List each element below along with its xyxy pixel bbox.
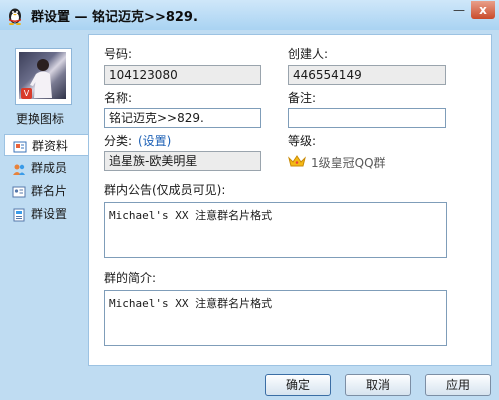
level-label: 等级: [288, 134, 317, 148]
sidebar-item-label: 群成员 [31, 161, 68, 175]
category-label: 分类: [104, 134, 133, 148]
sidebar-item-group-info[interactable]: 群资料 [4, 134, 88, 156]
group-members-icon [12, 161, 26, 175]
sidebar-item-group-settings[interactable]: 群设置 [4, 203, 88, 225]
name-input[interactable]: 铭记迈克>>829. [104, 108, 261, 128]
sidebar-item-label: 群名片 [31, 184, 68, 198]
number-field: 104123080 [104, 65, 261, 85]
level-value: 1级皇冠QQ群 [311, 156, 386, 170]
sidebar-item-label: 群设置 [31, 207, 68, 221]
group-avatar[interactable]: V [15, 48, 72, 105]
avatar-image: V [19, 52, 66, 99]
close-button[interactable]: x [471, 1, 495, 19]
sidebar-item-group-card[interactable]: 群名片 [4, 180, 88, 202]
creator-label: 创建人: [288, 47, 329, 61]
creator-field: 446554149 [288, 65, 446, 85]
group-settings-icon [12, 207, 26, 222]
window-title: 群设置 — 铭记迈克>>829. [31, 10, 198, 25]
group-settings-window: 群设置 — 铭记迈克>>829. — x V 更换图标 群资料 群成员 群名片 … [0, 0, 499, 400]
change-icon-link[interactable]: 更换图标 [16, 110, 64, 127]
category-field: 追星族-欧美明星 [104, 151, 261, 171]
crown-icon [288, 154, 306, 168]
group-card-icon [12, 184, 26, 198]
group-info-panel: 号码: 104123080 创建人: 446554149 名称: 铭记迈克>>8… [88, 34, 492, 366]
ok-button[interactable]: 确定 [265, 374, 331, 396]
avatar-badge-icon: V [21, 88, 32, 99]
title-bar: 群设置 — 铭记迈克>>829. — x [0, 0, 499, 30]
intro-textarea[interactable]: Michael's XX 注意群名片格式 [104, 290, 447, 346]
name-label: 名称: [104, 91, 133, 105]
announcement-label: 群内公告(仅成员可见): [104, 183, 226, 197]
apply-button[interactable]: 应用 [425, 374, 491, 396]
qq-penguin-icon [5, 5, 25, 25]
intro-label: 群的简介: [104, 271, 157, 285]
minimize-button[interactable]: — [449, 1, 469, 19]
sidebar-item-group-members[interactable]: 群成员 [4, 157, 88, 179]
remark-label: 备注: [288, 91, 317, 105]
sidebar-item-label: 群资料 [32, 139, 69, 153]
category-settings-link[interactable]: (设置) [138, 132, 171, 149]
group-info-icon [13, 139, 27, 153]
announcement-textarea[interactable]: Michael's XX 注意群名片格式 [104, 202, 447, 258]
remark-input[interactable] [288, 108, 446, 128]
sidebar: V 更换图标 群资料 群成员 群名片 群设置 [0, 30, 88, 368]
cancel-button[interactable]: 取消 [345, 374, 411, 396]
number-label: 号码: [104, 47, 133, 61]
